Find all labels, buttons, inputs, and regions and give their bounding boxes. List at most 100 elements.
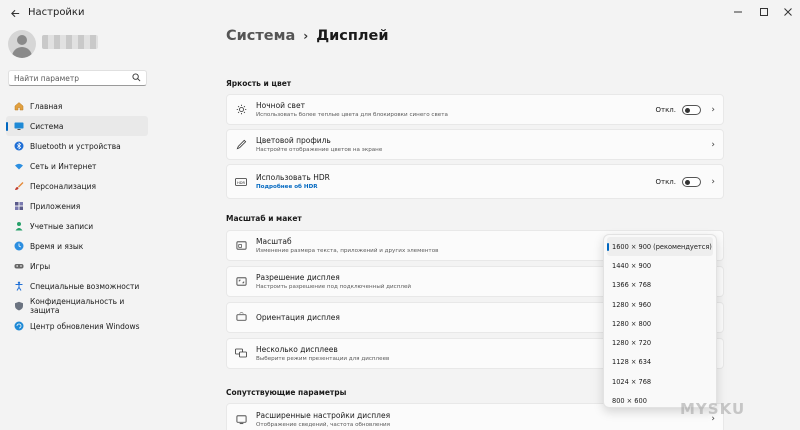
- hdr-title: Использовать HDR: [256, 173, 330, 182]
- multiple-displays-title: Несколько дисплеев: [256, 345, 338, 354]
- back-arrow-icon[interactable]: [6, 4, 24, 22]
- sun-icon: [235, 104, 247, 116]
- svg-text:HDR: HDR: [237, 180, 245, 184]
- sidebar-item-bluetooth[interactable]: Bluetooth и устройства: [6, 136, 148, 156]
- orientation-title: Ориентация дисплея: [256, 313, 340, 322]
- night-light-subtitle: Использовать более теплые цвета для блок…: [256, 112, 448, 118]
- hdr-icon: HDR: [235, 176, 247, 188]
- home-icon: [14, 101, 24, 111]
- user-icon: [14, 221, 24, 231]
- sidebar-nav: Главная Система Bluetooth и устройства С…: [6, 96, 148, 336]
- sidebar-item-games[interactable]: Игры: [6, 256, 148, 276]
- resolution-title: Разрешение дисплея: [256, 273, 340, 282]
- sidebar-item-label: Конфиденциальность и защита: [30, 297, 125, 315]
- monitor-icon: [14, 121, 24, 131]
- night-light-card[interactable]: Ночной свет Использовать более теплые цв…: [226, 94, 724, 125]
- hdr-toggle-label: Откл.: [655, 177, 676, 186]
- resolution-option[interactable]: 1024 × 768: [604, 372, 716, 391]
- shield-icon: [14, 301, 24, 311]
- breadcrumb-root[interactable]: Система: [226, 28, 295, 44]
- sidebar-item-privacy[interactable]: Конфиденциальность и защита: [6, 296, 148, 316]
- section-title-scale: Масштаб и макет: [226, 214, 302, 223]
- section-title-brightness: Яркость и цвет: [226, 79, 292, 88]
- sidebar-item-label: Главная: [30, 101, 63, 111]
- night-light-title: Ночной свет: [256, 101, 305, 110]
- advanced-display-title: Расширенные настройки дисплея: [256, 410, 391, 420]
- resolution-subtitle: Настроить разрешение под подключенный ди…: [256, 284, 412, 290]
- color-profile-subtitle: Настройте отображение цветов на экране: [256, 147, 383, 153]
- sidebar-item-label: Система: [30, 121, 64, 131]
- resolution-option[interactable]: 1280 × 960: [604, 295, 716, 314]
- title-bar: Настройки: [0, 0, 800, 26]
- update-icon: [14, 321, 24, 331]
- sidebar-item-personalization[interactable]: Персонализация: [6, 176, 148, 196]
- resolution-option[interactable]: 1128 × 634: [604, 353, 716, 372]
- bluetooth-icon: [14, 141, 24, 151]
- color-profile-title: Цветовой профиль: [256, 136, 331, 145]
- advanced-display-subtitle: Отображение сведений, частота обновления: [256, 421, 390, 428]
- sidebar-item-windows-update[interactable]: Центр обновления Windows: [6, 316, 148, 336]
- section-title-related: Сопутствующие параметры: [226, 388, 347, 397]
- sidebar-item-label: Игры: [30, 261, 51, 271]
- sidebar-item-label: Сеть и Интернет: [30, 161, 97, 171]
- sidebar-item-label: Время и язык: [30, 241, 84, 251]
- hdr-toggle-group: Откл.: [655, 176, 701, 187]
- resolution-option[interactable]: 1280 × 720: [604, 333, 716, 352]
- multiple-displays-subtitle: Выберите режим презентации для дисплеев: [256, 356, 390, 362]
- monitor-icon: [235, 413, 247, 425]
- sidebar-item-label: Bluetooth и устройства: [30, 141, 121, 151]
- search-icon[interactable]: [132, 73, 141, 85]
- search-input[interactable]: [14, 73, 126, 83]
- hdr-card[interactable]: HDR Использовать HDR Подробнее об HDR От…: [226, 164, 724, 199]
- wifi-icon: [14, 161, 24, 171]
- sidebar-item-system[interactable]: Система: [6, 116, 148, 136]
- avatar[interactable]: [8, 30, 36, 58]
- gamepad-icon: [14, 261, 24, 271]
- apps-icon: [14, 201, 24, 211]
- scale-title: Масштаб: [256, 237, 292, 246]
- night-light-toggle-group: Откл.: [655, 104, 701, 115]
- sidebar-item-label: Центр обновления Windows: [30, 321, 140, 331]
- sidebar-item-apps[interactable]: Приложения: [6, 196, 148, 216]
- sidebar-item-time-language[interactable]: Время и язык: [6, 236, 148, 256]
- resolution-option[interactable]: 1440 × 900: [604, 256, 716, 275]
- sidebar-item-label: Учетные записи: [30, 221, 94, 231]
- maximize-button[interactable]: [752, 3, 776, 21]
- globe-clock-icon: [14, 241, 24, 251]
- resolution-option[interactable]: 1366 × 768: [604, 276, 716, 295]
- breadcrumb: Система › Дисплей: [226, 28, 389, 44]
- hdr-toggle[interactable]: [682, 176, 701, 187]
- color-profile-card[interactable]: Цветовой профиль Настройте отображение ц…: [226, 129, 724, 160]
- breadcrumb-chevron-icon: ›: [303, 29, 309, 43]
- resolution-dropdown-list: 1600 × 900 (рекомендуется) 1440 × 900 13…: [603, 234, 717, 408]
- resolution-option-selected[interactable]: 1600 × 900 (рекомендуется): [607, 237, 713, 257]
- scale-icon: [235, 240, 247, 252]
- sidebar-item-label: Приложения: [30, 201, 81, 211]
- scale-subtitle: Изменение размера текста, приложений и д…: [256, 248, 439, 254]
- sidebar-item-accessibility[interactable]: Специальные возможности: [6, 276, 148, 296]
- orientation-icon: [235, 312, 247, 324]
- night-light-toggle[interactable]: [682, 104, 701, 115]
- username-blurred: [42, 35, 98, 49]
- close-button[interactable]: [776, 3, 800, 21]
- sidebar-item-label: Персонализация: [30, 181, 96, 191]
- chevron-right-icon: ›: [711, 176, 715, 187]
- chevron-right-icon: ›: [711, 104, 715, 115]
- app-title: Настройки: [28, 7, 85, 18]
- resolution-option[interactable]: 1280 × 800: [604, 314, 716, 333]
- night-light-toggle-label: Откл.: [655, 105, 676, 114]
- accessibility-icon: [14, 281, 24, 291]
- pen-icon: [235, 139, 247, 151]
- chevron-right-icon: ›: [711, 139, 715, 150]
- resolution-icon: [235, 276, 247, 288]
- sidebar-item-home[interactable]: Главная: [6, 96, 148, 116]
- watermark: MYSKU: [680, 400, 746, 418]
- sidebar-item-accounts[interactable]: Учетные записи: [6, 216, 148, 236]
- search-box[interactable]: [8, 70, 147, 86]
- multiple-displays-icon: [235, 348, 247, 360]
- hdr-learn-more-link[interactable]: Подробнее об HDR: [256, 184, 330, 190]
- minimize-button[interactable]: [726, 3, 750, 21]
- sidebar-item-network[interactable]: Сеть и Интернет: [6, 156, 148, 176]
- sidebar-item-label: Специальные возможности: [30, 281, 140, 291]
- page-title: Дисплей: [316, 28, 389, 44]
